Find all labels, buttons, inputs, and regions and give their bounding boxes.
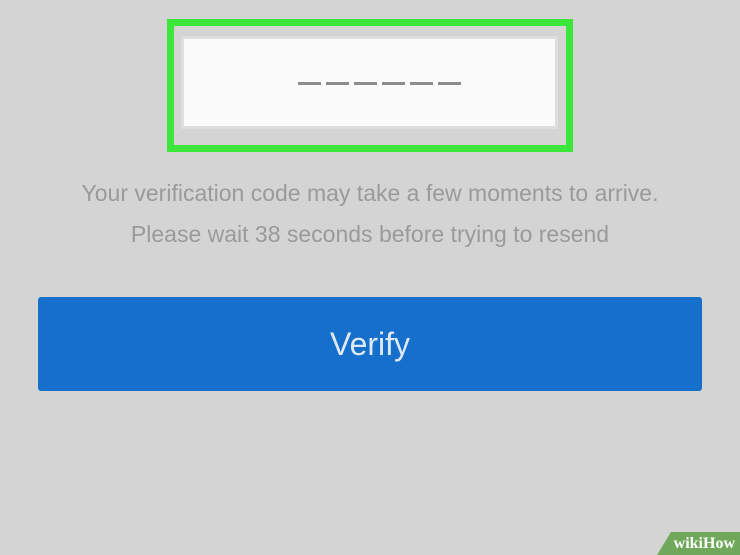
- resend-timer-message: Please wait 38 seconds before trying to …: [130, 221, 610, 247]
- code-digit-slot: [298, 82, 321, 85]
- verification-message: Your verification code may take a few mo…: [81, 180, 659, 206]
- code-digit-slot: [354, 82, 377, 85]
- code-slots: [298, 82, 461, 85]
- verify-button[interactable]: Verify: [38, 297, 702, 391]
- watermark-corner: [656, 532, 671, 555]
- code-digit-slot: [410, 82, 433, 85]
- watermark-label: wiki How: [670, 532, 740, 555]
- watermark-how-text: How: [703, 535, 735, 552]
- code-digit-slot: [438, 82, 461, 85]
- watermark-wiki-text: wiki: [673, 535, 703, 552]
- wikihow-watermark: wiki How: [656, 532, 740, 555]
- code-digit-slot: [326, 82, 349, 85]
- code-digit-slot: [382, 82, 405, 85]
